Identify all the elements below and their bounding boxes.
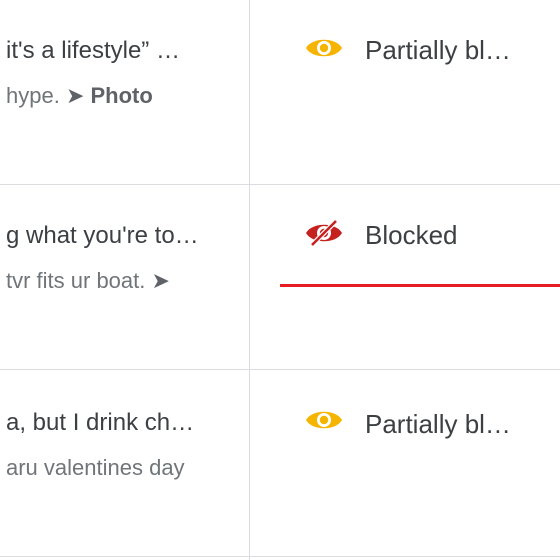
message-title: a, but I drink ch… [6,409,195,436]
attachment-label: Photo [90,83,153,108]
message-title: it's a lifestyle” … [6,37,180,64]
snippet-text: hype. [6,83,66,108]
eye-icon [306,411,342,429]
messages-table: it's a lifestyle” … hype. ➤ Photo Partia… [0,0,560,560]
message-cell[interactable]: it's a lifestyle” … hype. ➤ Photo [0,0,249,184]
table-row[interactable]: it's a lifestyle” … hype. ➤ Photo Partia… [0,0,560,185]
table-row[interactable]: a, but I drink ch… aru valentines day Pa… [0,370,560,557]
snippet-text: aru valentines day [6,455,185,480]
column-divider [249,0,250,560]
status-cell[interactable]: Blocked [250,185,560,369]
status-cell[interactable]: Partially bl… [250,0,560,184]
forward-arrow-icon: ➤ [151,268,170,293]
eye-slash-icon [306,219,342,247]
message-snippet: aru valentines day [6,454,244,482]
message-cell[interactable]: a, but I drink ch… aru valentines day [0,370,249,556]
forward-arrow-icon: ➤ [65,83,85,108]
message-snippet: tvr fits ur boat. ➤ [6,267,244,295]
status-underline [280,284,560,287]
message-cell[interactable]: g what you're to… tvr fits ur boat. ➤ [0,185,249,369]
status-label: Partially bl… [365,409,511,439]
message-title: g what you're to… [6,222,199,249]
status-label: Partially bl… [365,35,511,65]
status-cell[interactable]: Partially bl… [250,370,560,556]
table-row[interactable]: g what you're to… tvr fits ur boat. ➤ Bl… [0,185,560,370]
eye-icon [306,39,342,57]
snippet-text: tvr fits ur boat. [6,268,152,293]
message-snippet: hype. ➤ Photo [6,82,244,110]
status-label: Blocked [365,220,458,250]
